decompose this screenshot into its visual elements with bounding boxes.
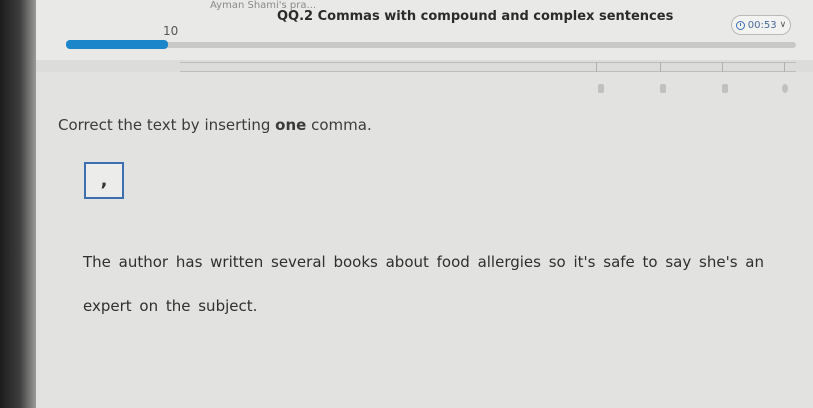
- progress-fill: [66, 40, 168, 49]
- instruction-prefix: Correct the text by inserting: [58, 116, 276, 134]
- comma-drag-tile[interactable]: ,: [84, 162, 124, 199]
- sub-progress-tick: [722, 62, 723, 72]
- page-title: QQ.2 Commas with compound and complex se…: [277, 9, 674, 24]
- sub-progress-tick: [596, 62, 597, 72]
- timer-button[interactable]: 00:53 ∨: [731, 15, 791, 35]
- sub-progress-tick: [660, 62, 661, 72]
- sub-progress-track: [180, 62, 796, 72]
- timer-value: 00:53: [747, 19, 777, 31]
- level-marker: [660, 84, 666, 93]
- level-marker: [722, 84, 728, 93]
- level-marker: [782, 84, 788, 93]
- instruction-suffix: comma.: [306, 116, 372, 134]
- level-marker: [598, 84, 604, 93]
- window-edge: [0, 0, 36, 408]
- progress-track: [66, 42, 796, 48]
- chevron-down-icon: ∨: [779, 20, 787, 30]
- sub-progress-tick: [784, 62, 785, 72]
- clock-icon: [735, 20, 745, 30]
- instruction-text: Correct the text by inserting one comma.: [58, 116, 372, 134]
- instruction-emphasis: one: [275, 116, 307, 134]
- progress-count: 10: [163, 24, 179, 38]
- answer-sentence[interactable]: The author has written several books abo…: [83, 240, 773, 328]
